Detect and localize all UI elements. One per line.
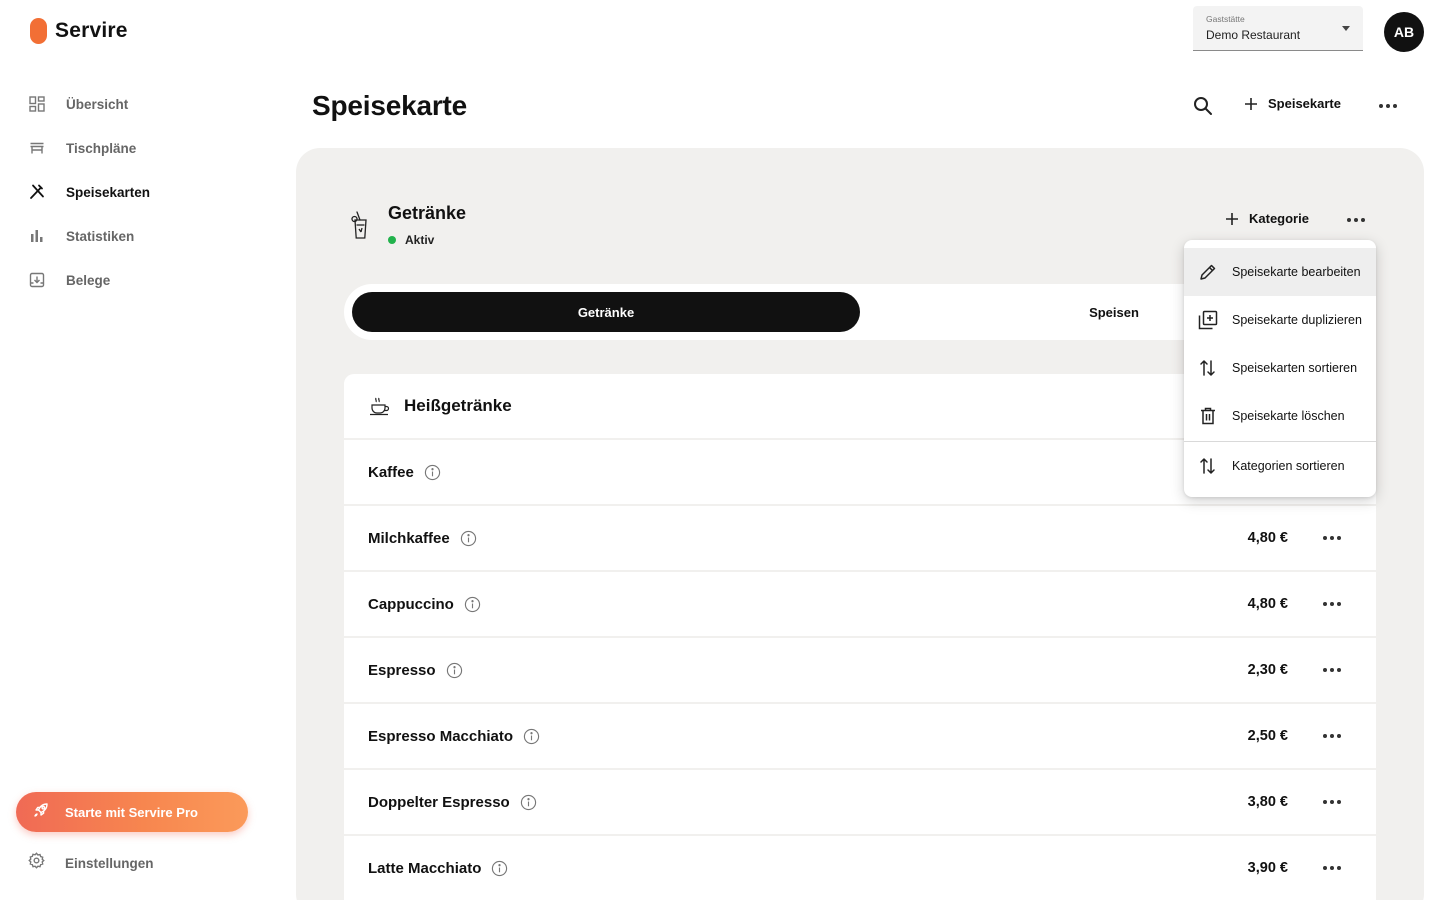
dropdown-item-label: Speisekarte duplizieren — [1232, 313, 1362, 327]
sidebar-item-uebersicht[interactable]: Übersicht — [28, 82, 268, 126]
settings-label: Einstellungen — [65, 855, 154, 871]
search-button[interactable] — [1192, 95, 1214, 117]
dropdown-item-label: Speisekarte bearbeiten — [1232, 265, 1361, 279]
item-name: Espresso Macchiato — [368, 727, 514, 745]
list-item[interactable]: Cappuccino 4,80 € — [344, 572, 1376, 636]
delete-menu-item[interactable]: Speisekarte löschen — [1184, 392, 1376, 440]
edit-menu-item[interactable]: Speisekarte bearbeiten — [1184, 248, 1376, 296]
servire-pro-label: Starte mit Servire Pro — [65, 804, 198, 820]
menu-name: Getränke — [388, 203, 467, 223]
sidebar-item-label: Belege — [66, 272, 111, 288]
list-item[interactable]: Latte Macchiato 3,90 € — [344, 836, 1376, 900]
logo-mark-icon — [30, 18, 47, 44]
add-menu-label: Speisekarte — [1268, 96, 1341, 111]
status-badge: Aktiv — [388, 233, 434, 247]
item-name: Milchkaffee — [368, 529, 450, 547]
more-horizontal-icon[interactable] — [1320, 792, 1344, 812]
sort-menus-item[interactable]: Speisekarten sortieren — [1184, 344, 1376, 392]
plus-icon — [1245, 97, 1257, 110]
item-price: 2,50 € — [1247, 728, 1288, 744]
venue-select[interactable]: Gaststätte Demo Restaurant — [1193, 6, 1363, 51]
brand-name: Servire — [55, 19, 128, 42]
item-price: 4,80 € — [1247, 530, 1288, 546]
item-name: Doppelter Espresso — [368, 793, 510, 811]
menu-actions-dropdown: Speisekarte bearbeiten Speisekarte dupli… — [1184, 240, 1376, 497]
sort-categories-item[interactable]: Kategorien sortieren — [1184, 442, 1376, 490]
info-icon[interactable] — [520, 794, 537, 811]
item-name: Espresso — [368, 661, 436, 679]
page-more-button[interactable] — [1376, 96, 1400, 116]
sort-arrows-icon — [1198, 456, 1218, 476]
category-name: Heißgetränke — [404, 396, 512, 415]
sidebar-item-label: Übersicht — [66, 96, 129, 112]
sidebar-item-label: Speisekarten — [66, 184, 151, 200]
duplicate-menu-item[interactable]: Speisekarte duplizieren — [1184, 296, 1376, 344]
trash-icon — [1198, 406, 1218, 426]
item-name: Latte Macchiato — [368, 859, 482, 877]
page-title: Speisekarte — [312, 90, 468, 121]
sidebar-item-label: Statistiken — [66, 228, 135, 244]
coffee-cup-icon — [368, 394, 392, 418]
status-label: Aktiv — [405, 233, 435, 247]
plus-icon — [1226, 212, 1238, 225]
item-price: 3,90 € — [1247, 860, 1288, 876]
dropdown-item-label: Speisekarte löschen — [1232, 409, 1345, 423]
venue-select-caption: Gaststätte — [1206, 14, 1245, 24]
info-icon[interactable] — [464, 596, 481, 613]
venue-select-value: Demo Restaurant — [1206, 28, 1301, 42]
item-price: 3,80 € — [1247, 794, 1288, 810]
chevron-down-icon — [1342, 26, 1350, 31]
more-horizontal-icon[interactable] — [1320, 858, 1344, 878]
more-horizontal-icon[interactable] — [1320, 528, 1344, 548]
user-avatar[interactable]: AB — [1384, 12, 1424, 52]
pencil-icon — [1198, 262, 1218, 282]
more-horizontal-icon[interactable] — [1320, 726, 1344, 746]
item-name: Cappuccino — [368, 595, 454, 613]
more-horizontal-icon[interactable] — [1320, 594, 1344, 614]
add-category-label: Kategorie — [1249, 211, 1309, 226]
sidebar-item-label: Tischpläne — [66, 140, 137, 156]
info-icon[interactable] — [424, 464, 441, 481]
list-item[interactable]: Espresso 2,30 € — [344, 638, 1376, 702]
add-category-button[interactable]: Kategorie — [1225, 211, 1309, 226]
drink-glass-icon — [350, 210, 372, 240]
gear-icon — [28, 852, 45, 874]
brand-logo[interactable]: Servire — [30, 18, 128, 44]
add-menu-button[interactable]: Speisekarte — [1244, 96, 1341, 111]
cutlery-icon — [28, 183, 46, 201]
more-horizontal-icon[interactable] — [1320, 660, 1344, 680]
sidebar-item-einstellungen[interactable]: Einstellungen — [28, 852, 154, 874]
item-price: 4,80 € — [1247, 596, 1288, 612]
dropdown-item-label: Kategorien sortieren — [1232, 459, 1345, 473]
tab-getraenke[interactable]: Getränke — [352, 292, 860, 332]
list-item[interactable]: Doppelter Espresso 3,80 € — [344, 770, 1376, 834]
sidebar-item-speisekarten[interactable]: Speisekarten — [28, 170, 268, 214]
table-icon — [28, 139, 46, 157]
info-icon[interactable] — [491, 860, 508, 877]
info-icon[interactable] — [446, 662, 463, 679]
servire-pro-button[interactable]: Starte mit Servire Pro — [16, 792, 248, 832]
search-icon — [1194, 97, 1212, 115]
more-horizontal-icon — [1379, 104, 1397, 108]
status-dot — [388, 236, 396, 244]
sidebar-nav: Übersicht Tischpläne Speisekarten Statis… — [28, 82, 268, 302]
item-price: 2,30 € — [1247, 662, 1288, 678]
receipt-box-icon — [28, 271, 46, 289]
bar-chart-icon — [28, 227, 46, 245]
list-item[interactable]: Espresso Macchiato 2,50 € — [344, 704, 1376, 768]
rocket-icon — [33, 802, 49, 823]
dropdown-item-label: Speisekarten sortieren — [1232, 361, 1358, 375]
list-item[interactable]: Milchkaffee 4,80 € — [344, 506, 1376, 570]
sort-arrows-icon — [1198, 358, 1218, 378]
more-horizontal-icon — [1347, 218, 1365, 222]
sidebar-item-belege[interactable]: Belege — [28, 258, 268, 302]
sidebar-item-tischplaene[interactable]: Tischpläne — [28, 126, 268, 170]
info-icon[interactable] — [460, 530, 477, 547]
duplicate-icon — [1198, 310, 1218, 330]
menu-more-button[interactable] — [1344, 210, 1368, 230]
dashboard-grid-icon — [28, 95, 46, 113]
sidebar-item-statistiken[interactable]: Statistiken — [28, 214, 268, 258]
info-icon[interactable] — [523, 728, 540, 745]
item-name: Kaffee — [368, 463, 414, 481]
